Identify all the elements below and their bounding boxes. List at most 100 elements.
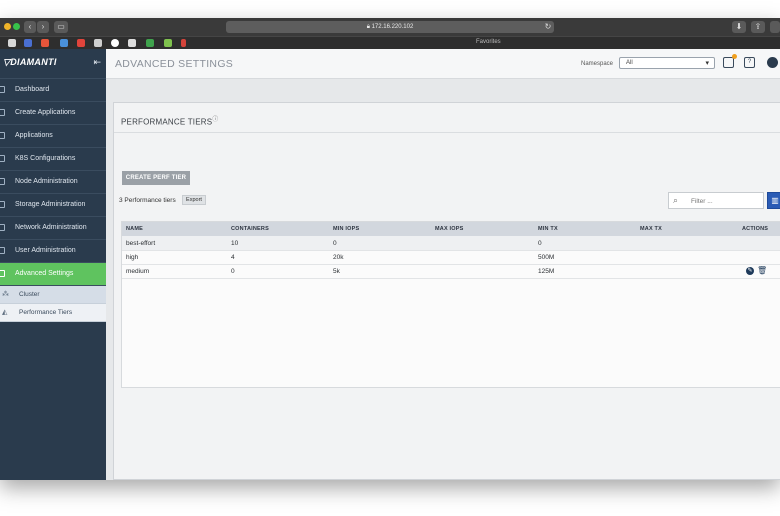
sidebar-item-network-administration[interactable]: Network Administration [0,217,106,240]
info-icon[interactable]: ⓘ [212,117,218,123]
cell-min-iops: 20k [333,254,344,261]
table-row[interactable]: high 4 20k 500M [122,250,780,265]
divider [114,132,780,133]
cell-name: high [126,254,139,261]
lock-icon: 🔒︎ [366,24,370,30]
favorite-grid-icon[interactable] [24,39,32,47]
cell-containers: 0 [231,268,235,275]
collapse-menu-icon[interactable]: ⇤ [93,57,101,68]
sidebar-item-applications[interactable]: Applications [0,125,106,148]
favorites-bar: Favorites [0,36,780,49]
share-icon[interactable]: ⇪ [751,21,765,33]
sidebar-item-advanced-settings[interactable]: Advanced Settings [0,263,106,286]
column-settings-icon[interactable]: ▥ [767,192,780,209]
sidebar-subitem-performance-tiers[interactable]: ◭ Performance Tiers [0,304,106,322]
sidebar-item-k8s-configurations[interactable]: K8S Configurations [0,148,106,171]
favorite-circle-icon[interactable] [111,39,119,47]
cell-min-iops: 0 [333,240,337,247]
favorite-drive-icon[interactable] [146,39,154,47]
export-button[interactable]: Export [182,195,206,205]
downloads-icon[interactable]: ⬇ [732,21,746,33]
top-bar: ADVANCED SETTINGS Namespace All ▾ ? [106,49,780,79]
page-title: ADVANCED SETTINGS [115,58,234,70]
favorite-mail-icon[interactable] [8,39,16,47]
favorite-photo-icon[interactable] [128,39,136,47]
namespace-select[interactable]: All ▾ [619,57,715,69]
dashboard-icon [0,86,5,93]
performance-tiers-panel: PERFORMANCE TIERSⓘ CREATE PERF TIER 3 Pe… [113,102,780,480]
favorite-blue-icon[interactable] [60,39,68,47]
settings-icon [0,270,5,277]
diamanti-logo[interactable]: ▽DIAMANTI [3,57,57,68]
cluster-icon: ⁂ [2,291,9,298]
address-bar[interactable]: 🔒︎ 172.16.220.102 [226,21,554,33]
sidebar-item-user-administration[interactable]: User Administration [0,240,106,263]
sidebar-item-node-administration[interactable]: Node Administration [0,171,106,194]
sidebar-toggle-icon[interactable]: ▭ [54,21,68,33]
col-min-iops[interactable]: MIN IOPS [333,226,359,232]
sidebar-item-dashboard[interactable]: Dashboard [0,79,106,102]
reload-icon[interactable]: ↻ [544,21,552,33]
sidebar-item-create-applications[interactable]: Create Applications [0,102,106,125]
filter-box: ⌕ [668,192,764,209]
user-avatar-icon[interactable] [767,57,778,68]
tiers-icon: ◭ [2,309,8,316]
filter-input[interactable] [691,196,757,206]
favorites-label: Favorites [476,39,501,45]
tiers-table: NAME CONTAINERS MIN IOPS MAX IOPS MIN TX… [121,221,780,388]
namespace-label: Namespace [581,61,614,67]
chevron-down-icon: ▾ [705,60,709,67]
sidebar-subitem-cluster[interactable]: ⁂ Cluster [0,286,106,304]
cell-name: medium [126,268,150,275]
sidebar-item-storage-administration[interactable]: Storage Administration [0,194,106,217]
col-actions: ACTIONS [742,226,769,232]
browser-window: ‹ › ▭ 🔒︎ 172.16.220.102 ↻ ⬇ ⇪ Favorites … [0,18,780,480]
col-max-iops[interactable]: MAX IOPS [435,226,464,232]
node-icon [0,178,5,185]
network-icon [0,224,5,231]
create-app-icon [0,109,5,116]
col-name[interactable]: NAME [126,226,143,232]
back-button[interactable]: ‹ [24,21,36,33]
search-icon: ⌕ [673,195,679,205]
storage-icon [0,201,5,208]
favorite-k-icon[interactable] [94,39,102,47]
zoom-button[interactable] [13,23,20,30]
sidebar: ▽DIAMANTI ⇤ Dashboard Create Application… [0,49,106,480]
cell-min-tx: 0 [538,240,542,247]
cell-containers: 4 [231,254,235,261]
cell-name: best-effort [126,240,156,247]
create-perf-tier-button[interactable]: CREATE PERF TIER [122,171,190,185]
tier-count: 3 Performance tiers [119,197,176,204]
favorite-red-icon[interactable] [41,39,49,47]
forward-button[interactable]: › [37,21,49,33]
help-icon[interactable]: ? [744,57,755,68]
users-icon [0,247,5,254]
trash-icon[interactable]: 🗑︎ [757,266,767,275]
cell-min-iops: 5k [333,268,340,275]
table-row[interactable]: medium 0 5k 125M ✎ 🗑︎ [122,264,780,279]
namespace-value: All [626,60,633,66]
col-min-tx[interactable]: MIN TX [538,226,558,232]
table-header: NAME CONTAINERS MIN IOPS MAX IOPS MIN TX… [122,222,780,236]
main-content: ADVANCED SETTINGS Namespace All ▾ ? PERF… [106,49,780,480]
tabs-icon[interactable] [770,21,780,33]
browser-titlebar: ‹ › ▭ 🔒︎ 172.16.220.102 ↻ ⬇ ⇪ [0,18,780,36]
favorite-green-icon[interactable] [164,39,172,47]
cell-min-tx: 125M [538,268,555,275]
cell-containers: 10 [231,240,239,247]
minimize-button[interactable] [4,23,11,30]
applications-icon [0,132,5,139]
brand-bar: ▽DIAMANTI ⇤ [0,49,106,79]
col-max-tx[interactable]: MAX TX [640,226,662,232]
k8s-icon [0,155,5,162]
cell-min-tx: 500M [538,254,555,261]
notifications-icon[interactable] [723,54,737,68]
col-containers[interactable]: CONTAINERS [231,226,269,232]
favorite-gitlab-icon[interactable] [77,39,85,47]
edit-icon[interactable]: ✎ [746,267,754,275]
table-row[interactable]: best-effort 10 0 0 [122,236,780,251]
url-text: 172.16.220.102 [371,24,414,30]
section-title: PERFORMANCE TIERSⓘ [121,117,219,127]
favorite-bookmark-icon[interactable] [181,39,186,47]
